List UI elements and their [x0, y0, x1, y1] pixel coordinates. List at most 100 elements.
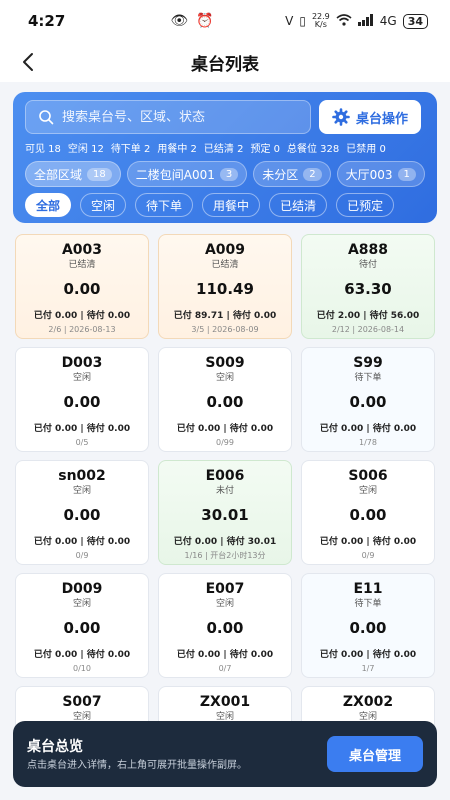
- table-name: E006: [205, 468, 245, 484]
- table-amount: 0.00: [349, 619, 387, 637]
- stat-idle: 空闲 12: [67, 144, 104, 155]
- stat-pending: 待下单 2: [110, 144, 151, 155]
- table-amount: 63.30: [344, 280, 392, 298]
- table-card[interactable]: D009 空闲 0.00 已付 0.00 | 待付 0.00 0/10: [15, 573, 149, 678]
- area-chip-hall003[interactable]: 大厅003 1: [336, 161, 425, 187]
- area-chip-all[interactable]: 全部区域 18: [25, 161, 121, 187]
- area-chip-count: 2: [303, 167, 322, 181]
- table-payment: 已付 0.00 | 待付 0.00: [319, 537, 417, 547]
- wifi-icon: [336, 13, 352, 29]
- search-icon: [39, 110, 54, 125]
- table-card[interactable]: A009 已结清 110.49 已付 89.71 | 待付 0.00 3/5 |…: [158, 234, 292, 339]
- table-payment: 已付 0.00 | 待付 0.00: [176, 424, 274, 434]
- table-operation-button[interactable]: 桌台操作: [319, 100, 421, 134]
- stat-dining: 用餐中 2: [157, 144, 197, 155]
- battery-indicator: 34: [402, 13, 428, 29]
- table-payment: 已付 0.00 | 待付 0.00: [176, 650, 274, 660]
- back-button[interactable]: [16, 50, 40, 74]
- table-card[interactable]: A888 待付 63.30 已付 2.00 | 待付 56.00 2/12 | …: [301, 234, 435, 339]
- filter-panel: 桌台操作 可见 18 空闲 12 待下单 2 用餐中 2 已结清 2 预定 0 …: [13, 92, 437, 223]
- table-name: ZX001: [199, 694, 251, 710]
- table-meta: 2/6 | 2026-08-13: [48, 325, 116, 334]
- clock: 4:27: [28, 12, 66, 30]
- table-name: ZX002: [342, 694, 394, 710]
- area-chip-label: 大厅003: [345, 167, 393, 182]
- table-name: E007: [205, 581, 245, 597]
- table-meta: 1/7: [361, 664, 375, 673]
- chevron-left-icon: [23, 53, 33, 71]
- table-card[interactable]: E007 空闲 0.00 已付 0.00 | 待付 0.00 0/7: [158, 573, 292, 678]
- status-icons-right: ᐯ ▯ 22.9 K/s 4G 34: [285, 13, 428, 29]
- area-chip-floor2-a001[interactable]: 二楼包间A001 3: [126, 161, 248, 187]
- search-box[interactable]: [25, 100, 311, 134]
- overview-description: 点击桌台进入详情，右上角可展开批量操作副屏。: [27, 759, 247, 771]
- table-card[interactable]: sn002 空闲 0.00 已付 0.00 | 待付 0.00 0/9: [15, 460, 149, 565]
- stat-disabled: 已禁用 0: [346, 144, 386, 155]
- table-grid: A003 已结清 0.00 已付 0.00 | 待付 0.00 2/6 | 20…: [15, 234, 437, 754]
- vibrate-icon: ▯: [299, 14, 306, 28]
- area-chip-label: 二楼包间A001: [135, 167, 215, 182]
- table-amount: 0.00: [349, 506, 387, 524]
- area-chip-count: 18: [87, 167, 112, 181]
- search-row: 桌台操作: [25, 100, 425, 134]
- area-chip-label: 全部区域: [34, 167, 83, 182]
- area-filter-row: 全部区域 18 二楼包间A001 3 未分区 2 大厅003 1: [25, 161, 425, 187]
- table-card[interactable]: E006 未付 30.01 已付 0.00 | 待付 30.01 1/16 | …: [158, 460, 292, 565]
- table-name: A888: [347, 242, 389, 258]
- table-name: A009: [204, 242, 246, 258]
- table-status: 空闲: [72, 599, 91, 609]
- bluetooth-icon: ᐯ: [285, 14, 294, 28]
- table-amount: 0.00: [63, 393, 101, 411]
- overview-bar: 桌台总览 点击桌台进入详情，右上角可展开批量操作副屏。 桌台管理: [13, 721, 437, 787]
- status-chip-pending[interactable]: 待下单: [135, 193, 194, 217]
- table-name: S006: [348, 468, 388, 484]
- stat-reserved: 预定 0: [250, 144, 280, 155]
- table-card[interactable]: D003 空闲 0.00 已付 0.00 | 待付 0.00 0/5: [15, 347, 149, 452]
- area-chip-count: 3: [219, 167, 239, 181]
- table-status: 空闲: [72, 486, 91, 496]
- table-payment: 已付 0.00 | 待付 0.00: [33, 424, 131, 434]
- table-meta: 0/99: [216, 438, 234, 447]
- table-meta: 0/9: [361, 551, 375, 560]
- table-meta: 1/16 | 开台2小时13分: [184, 551, 266, 560]
- table-management-button[interactable]: 桌台管理: [327, 736, 423, 772]
- area-chip-count: 1: [397, 167, 416, 181]
- table-meta: 0/7: [218, 664, 232, 673]
- table-amount: 0.00: [349, 393, 387, 411]
- area-chip-label: 未分区: [262, 167, 299, 182]
- table-name: sn002: [58, 468, 106, 484]
- table-status: 待付: [358, 260, 377, 270]
- table-name: D009: [61, 581, 103, 597]
- signal-icon: [357, 13, 374, 29]
- table-payment: 已付 2.00 | 待付 56.00: [316, 311, 420, 321]
- overview-text: 桌台总览 点击桌台进入详情，右上角可展开批量操作副屏。: [27, 736, 327, 773]
- table-card[interactable]: A003 已结清 0.00 已付 0.00 | 待付 0.00 2/6 | 20…: [15, 234, 149, 339]
- table-status: 未付: [215, 486, 234, 496]
- table-name: S009: [205, 355, 245, 371]
- table-meta: 3/5 | 2026-08-09: [191, 325, 259, 334]
- table-payment: 已付 0.00 | 待付 0.00: [319, 650, 417, 660]
- status-chip-settled[interactable]: 已结清: [269, 193, 328, 217]
- search-input[interactable]: [62, 109, 302, 125]
- stat-seats: 总餐位 328: [287, 144, 340, 155]
- table-card[interactable]: S009 空闲 0.00 已付 0.00 | 待付 0.00 0/99: [158, 347, 292, 452]
- table-meta: 1/78: [359, 438, 377, 447]
- table-name: A003: [61, 242, 103, 258]
- page-title: 桌台列表: [191, 54, 259, 75]
- table-payment: 已付 0.00 | 待付 0.00: [33, 650, 131, 660]
- table-name: D003: [61, 355, 103, 371]
- table-card[interactable]: S99 待下单 0.00 已付 0.00 | 待付 0.00 1/78: [301, 347, 435, 452]
- table-status: 待下单: [354, 373, 382, 383]
- network-speed: 22.9 K/s: [312, 13, 330, 29]
- table-card[interactable]: S006 空闲 0.00 已付 0.00 | 待付 0.00 0/9: [301, 460, 435, 565]
- area-chip-unzoned[interactable]: 未分区 2: [253, 161, 331, 187]
- stat-visible: 可见 18: [25, 144, 61, 155]
- table-status: 空闲: [215, 599, 234, 609]
- gear-icon: [332, 108, 350, 126]
- status-chip-reserved[interactable]: 已预定: [336, 193, 395, 217]
- table-card[interactable]: E11 待下单 0.00 已付 0.00 | 待付 0.00 1/7: [301, 573, 435, 678]
- status-chip-all[interactable]: 全部: [25, 193, 72, 217]
- status-chip-dining[interactable]: 用餐中: [202, 193, 261, 217]
- table-name: S007: [62, 694, 102, 710]
- status-chip-idle[interactable]: 空闲: [80, 193, 127, 217]
